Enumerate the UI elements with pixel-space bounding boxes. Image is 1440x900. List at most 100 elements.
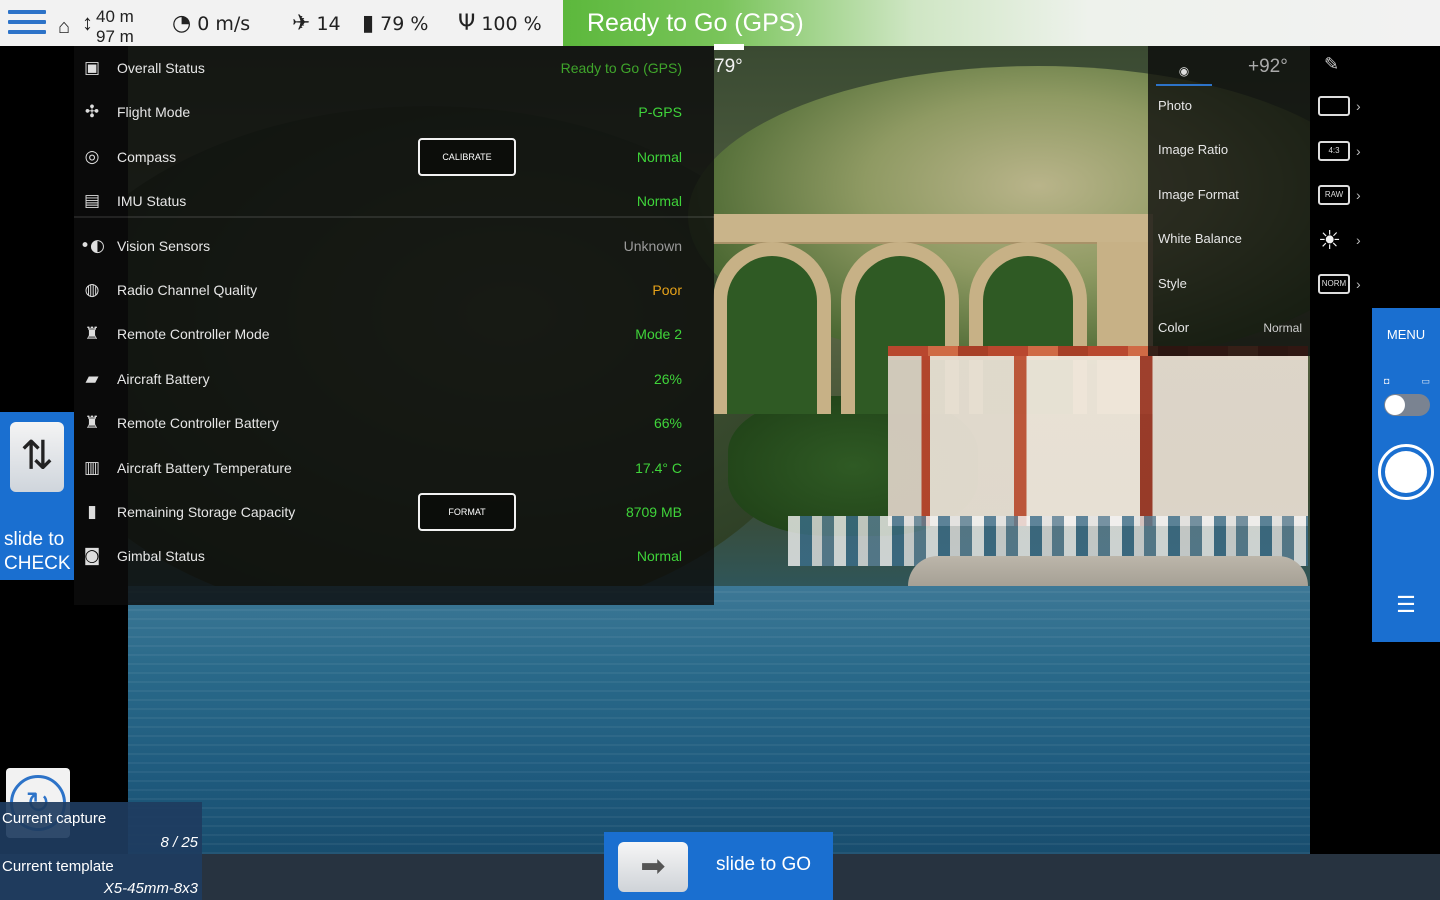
heading-readout: 79° <box>714 56 743 77</box>
camera-setting-image-ratio[interactable]: Image Ratio <box>1158 142 1228 157</box>
speedometer-icon: ◔ <box>172 11 192 36</box>
status-row: ◍ Radio Channel Quality Poor <box>74 268 714 312</box>
scene-sea <box>128 586 1310 854</box>
camera-settings-sliders-icon[interactable]: ☰ <box>1372 592 1440 618</box>
satellite-count: 14 <box>316 12 341 35</box>
image-format-icon[interactable]: RAW <box>1318 185 1350 205</box>
battery-icon: ▮ <box>362 11 375 36</box>
status-value: Unknown <box>623 237 682 254</box>
status-label: Radio Channel Quality <box>117 282 258 298</box>
photo-mode-icon[interactable] <box>1318 96 1350 116</box>
flight-mode-icon: ✣ <box>84 102 100 123</box>
status-row: ▮ Remaining Storage Capacity FORMAT 8709 MB <box>74 490 714 534</box>
altitude-home-value: 40 m <box>96 7 134 26</box>
radio-channel-icon: ◍ <box>84 280 100 300</box>
altitude-ground-value: 97 m <box>96 27 134 46</box>
status-value: Normal <box>636 548 682 565</box>
satellite-icon: ✈ <box>292 11 311 36</box>
camera-settings-panel: ◉ +92° Photo Image Ratio Image Format White… <box>1148 46 1310 356</box>
status-value: 17.4° C <box>635 459 682 476</box>
status-label: Flight Mode <box>117 104 191 121</box>
status-value: P-GPS <box>638 104 682 121</box>
slide-go-label: slide to GO <box>716 854 812 875</box>
image-ratio-icon[interactable]: 4:3 <box>1318 141 1350 161</box>
capture-info-panel: Current capture 8 / 25 Current template … <box>0 802 202 900</box>
status-row: •◐ Vision Sensors Unknown <box>74 224 714 268</box>
scene-village <box>888 356 1308 526</box>
slide-to-check-control[interactable]: ⇅ slide to CHECK <box>0 412 74 580</box>
rc-battery-icon: ♜ <box>84 413 100 434</box>
status-value: 26% <box>653 370 682 387</box>
chevron-right-icon: › <box>1356 276 1361 292</box>
wrench-icon[interactable]: ✎ <box>1324 54 1339 75</box>
camera-setting-image-format[interactable]: Image Format <box>1158 187 1239 202</box>
right-control-column: ✎ › 4:3 › RAW › ☀ › NORM › MENU ◘ ▭ ☰ <box>1310 46 1440 854</box>
status-value: Ready to Go (GPS) <box>560 60 682 76</box>
status-row: ▤ IMU Status Normal <box>74 179 714 223</box>
chevron-right-icon: › <box>1356 143 1361 159</box>
remote-controller-icon: ♜ <box>84 324 100 345</box>
status-label: Compass <box>117 148 177 165</box>
camera-setting-photo[interactable]: Photo <box>1158 98 1192 113</box>
status-label: Aircraft Battery <box>117 370 210 387</box>
status-row: ◙ Gimbal Status Normal <box>74 534 714 578</box>
current-template-value: X5-45mm-8x3 <box>103 880 198 897</box>
heading-marker <box>714 44 744 50</box>
top-status-bar: ⌂ ↕ 40 m 97 m ◔ 0 m/s ✈ 14 ▮ 79 % Ψ 100 … <box>0 0 1440 46</box>
status-row: ♜ Remote Controller Battery 66% <box>74 401 714 445</box>
status-row: ◎ Compass CALIBRATE Normal <box>74 135 714 179</box>
style-icon[interactable]: NORM <box>1318 274 1350 294</box>
white-balance-sun-icon[interactable]: ☀ <box>1318 226 1341 256</box>
format-button[interactable]: FORMAT <box>418 493 516 531</box>
photo-video-toggle[interactable] <box>1384 394 1430 416</box>
status-value: Mode 2 <box>635 326 682 343</box>
status-value: Normal <box>636 193 682 210</box>
altitude-readout: ⌂ ↕ 40 m 97 m <box>56 4 156 46</box>
antenna-icon: Ψ <box>458 11 476 36</box>
battery-temperature-icon: ▥ <box>83 457 101 478</box>
gimbal-icon: ◙ <box>83 546 101 567</box>
battery-value: 79 % <box>380 12 429 35</box>
camera-tab[interactable]: ◉ <box>1156 56 1212 86</box>
current-capture-value: 8 / 25 <box>160 834 198 851</box>
status-row: ♜ Remote Controller Mode Mode 2 <box>74 312 714 356</box>
speed-readout: ◔ 0 m/s <box>172 11 250 36</box>
slide-go-arrow-icon[interactable]: ➡ <box>618 842 688 892</box>
overall-status-icon: ▣ <box>83 58 101 78</box>
storage-icon: ▮ <box>87 502 97 522</box>
camera-control-panel: ◘ ▭ ☰ <box>1372 360 1440 642</box>
status-value: 66% <box>653 415 682 432</box>
status-row: ▣ Overall Status Ready to Go (GPS) <box>74 46 714 90</box>
camera-setting-white-balance[interactable]: White Balance <box>1158 231 1242 246</box>
status-row: ✣ Flight Mode P-GPS <box>74 90 714 134</box>
signal-value: 100 % <box>481 12 542 35</box>
chevron-right-icon: › <box>1356 98 1361 114</box>
chevron-right-icon: › <box>1356 232 1361 248</box>
signal-readout: Ψ 100 % <box>458 11 542 36</box>
hamburger-menu-icon[interactable] <box>8 10 46 36</box>
photo-video-icons: ◘ ▭ <box>1384 376 1430 386</box>
imu-icon: ▤ <box>83 191 101 212</box>
camera-setting-style[interactable]: Style <box>1158 276 1187 291</box>
shutter-button[interactable] <box>1378 444 1434 500</box>
status-value: Normal <box>636 148 682 165</box>
vision-sensor-icon: •◐ <box>80 235 105 256</box>
speed-value: 0 m/s <box>197 12 251 35</box>
menu-button[interactable]: MENU <box>1372 308 1440 360</box>
status-value: Poor <box>652 282 682 298</box>
slide-check-label: slide to CHECK <box>4 529 71 574</box>
status-label: Remote Controller Mode <box>117 326 270 343</box>
ready-status-banner[interactable]: Ready to Go (GPS) <box>563 0 1440 46</box>
camera-setting-color[interactable]: Color <box>1158 320 1189 335</box>
status-label: Vision Sensors <box>117 237 211 254</box>
home-icon: ⌂ <box>58 16 71 38</box>
status-label: Remote Controller Battery <box>117 415 279 432</box>
altitude-arrow-icon: ↕ <box>82 10 93 35</box>
satellite-readout: ✈ 14 <box>292 11 341 36</box>
status-row: ▥ Aircraft Battery Temperature 17.4° C <box>74 446 714 490</box>
slide-to-go-control[interactable]: ➡ slide to GO <box>604 832 833 900</box>
compass-icon: ◎ <box>84 146 100 167</box>
calibrate-button[interactable]: CALIBRATE <box>418 137 516 176</box>
slide-check-handle-icon[interactable]: ⇅ <box>10 422 64 492</box>
status-label: Aircraft Battery Temperature <box>117 459 292 476</box>
